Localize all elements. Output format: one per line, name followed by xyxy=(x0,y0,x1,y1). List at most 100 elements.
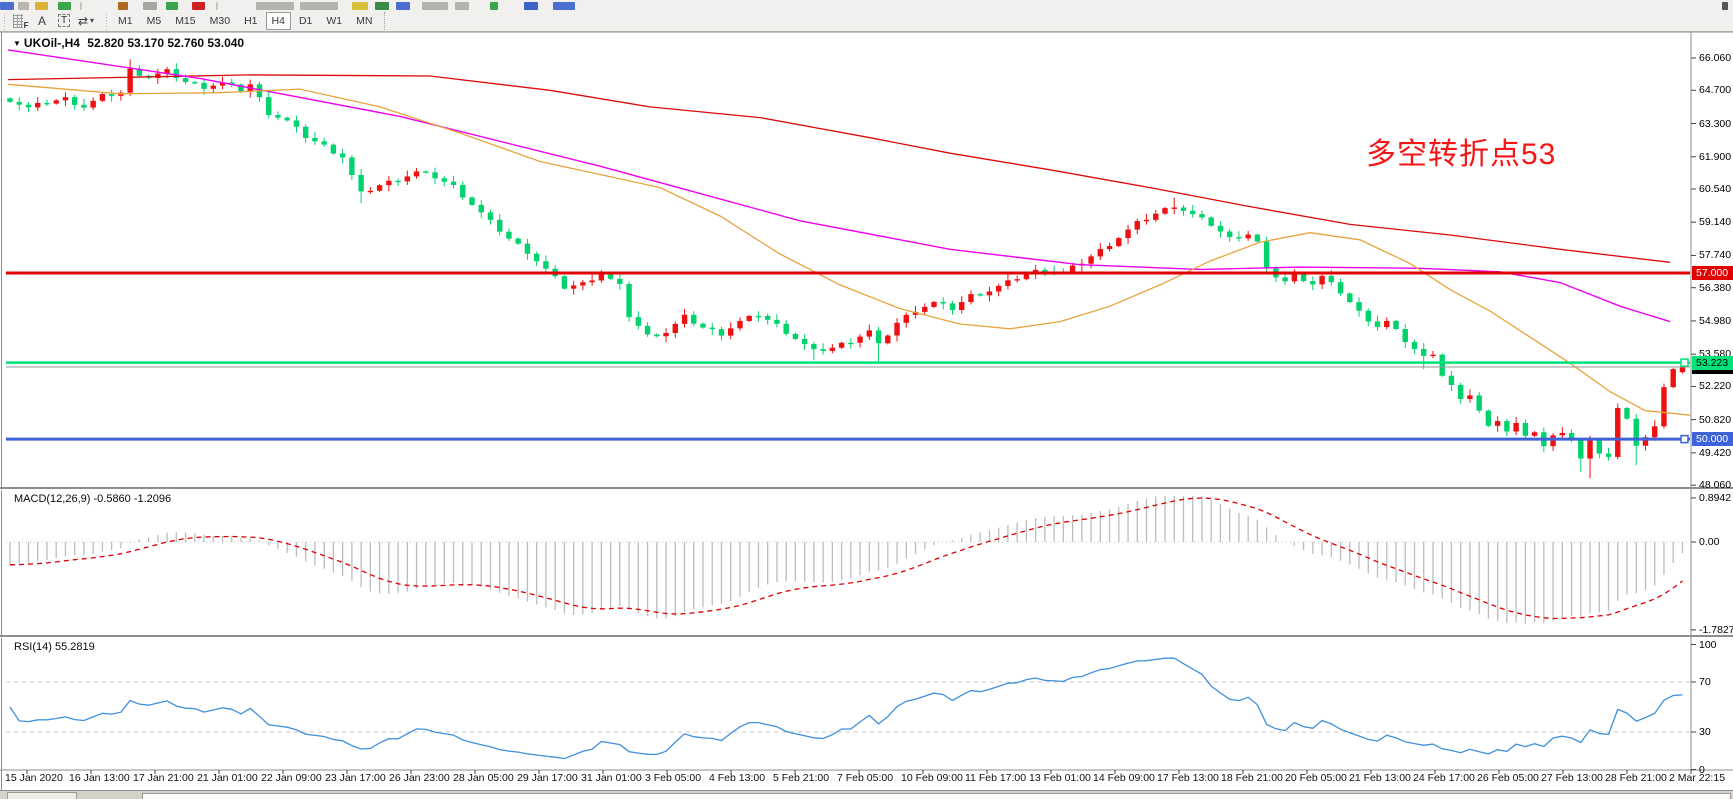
candle xyxy=(1153,214,1158,220)
candle xyxy=(728,328,733,335)
price-tick-label: 60.540 xyxy=(1699,183,1731,195)
date-label: 28 Jan 05:00 xyxy=(453,772,514,784)
candle xyxy=(1403,329,1408,342)
text-annotation[interactable]: 多空转折点53 xyxy=(1366,129,1556,173)
candle xyxy=(922,307,927,312)
candle xyxy=(35,103,40,107)
candle xyxy=(1310,281,1315,284)
symbol-dropdown-icon[interactable]: ▼ xyxy=(13,39,21,48)
candle xyxy=(1486,411,1491,426)
candle xyxy=(81,105,86,108)
candle xyxy=(516,239,521,244)
candle xyxy=(349,157,354,175)
candle xyxy=(626,284,631,317)
date-label: 22 Jan 09:00 xyxy=(261,772,322,784)
candle xyxy=(1587,441,1592,459)
candle xyxy=(275,115,280,118)
date-label: 31 Jan 01:00 xyxy=(581,772,642,784)
macd-tick-label: 0.00 xyxy=(1699,536,1719,548)
candle xyxy=(747,316,752,321)
candle xyxy=(562,276,567,288)
candle xyxy=(303,127,308,138)
candle xyxy=(978,294,983,295)
price-tick-label: 48.060 xyxy=(1699,479,1731,491)
macd-indicator-label: MACD(12,26,9) -0.5860 -1.2096 xyxy=(14,493,171,505)
candle xyxy=(395,181,400,182)
candle xyxy=(996,286,1001,292)
candle xyxy=(285,118,290,121)
rsi-tick-label: 100 xyxy=(1699,639,1717,651)
candle xyxy=(414,171,419,176)
price-tick-label: 49.420 xyxy=(1699,447,1731,459)
candle xyxy=(1264,241,1269,268)
candle xyxy=(959,302,964,310)
candle xyxy=(1042,270,1047,272)
candle xyxy=(1181,208,1186,211)
hline-handle[interactable] xyxy=(1681,436,1688,443)
price-tick-label: 50.820 xyxy=(1699,414,1731,426)
candle xyxy=(885,336,890,344)
candle xyxy=(1329,276,1334,282)
price-tick-label: 59.140 xyxy=(1699,216,1731,228)
price-tick-label: 64.700 xyxy=(1699,84,1731,96)
date-label: 15 Jan 2020 xyxy=(5,772,63,784)
rsi-indicator-label: RSI(14) 55.2819 xyxy=(14,641,95,653)
date-label: 3 Feb 05:00 xyxy=(645,772,701,784)
candle xyxy=(1236,237,1241,238)
candle xyxy=(1227,231,1232,237)
candle xyxy=(1495,421,1500,426)
candle xyxy=(580,282,585,285)
candle xyxy=(857,337,862,343)
candle xyxy=(1088,256,1093,263)
macd-signal-line xyxy=(10,498,1682,619)
hline-handle[interactable] xyxy=(1681,359,1688,366)
date-label: 29 Jan 17:00 xyxy=(517,772,578,784)
candle xyxy=(331,145,336,154)
candle xyxy=(848,343,853,344)
candle xyxy=(17,102,22,105)
chart-tab-panel[interactable] xyxy=(142,793,1731,799)
candle xyxy=(968,294,973,302)
candle xyxy=(1606,454,1611,457)
candle xyxy=(1070,266,1075,273)
candle xyxy=(1513,423,1518,432)
chart-tab[interactable] xyxy=(7,792,77,799)
candle xyxy=(820,349,825,351)
candle xyxy=(1467,395,1472,399)
chart-canvas[interactable] xyxy=(0,0,1733,799)
candle xyxy=(867,330,872,336)
candle xyxy=(654,334,659,336)
candle xyxy=(1532,432,1537,436)
candle xyxy=(109,94,114,96)
date-label: 7 Feb 05:00 xyxy=(837,772,893,784)
candle xyxy=(451,182,456,185)
date-label: 24 Feb 17:00 xyxy=(1413,772,1475,784)
candle xyxy=(876,330,881,343)
candle xyxy=(460,185,465,197)
candle xyxy=(1014,279,1019,280)
candle xyxy=(894,323,899,336)
symbol-timeframe: UKOil-,H4 xyxy=(24,36,80,50)
candle xyxy=(7,98,12,102)
date-label: 20 Feb 05:00 xyxy=(1285,772,1347,784)
candle xyxy=(183,78,188,82)
date-label: 11 Feb 17:00 xyxy=(965,772,1026,784)
price-label-53.223: 53.223 xyxy=(1692,356,1733,370)
price-tick-label: 66.060 xyxy=(1699,52,1731,64)
candle xyxy=(1661,387,1666,426)
candle xyxy=(368,191,373,192)
candle xyxy=(1338,282,1343,293)
candle xyxy=(1578,440,1583,459)
date-label: 2 Mar 22:15 xyxy=(1669,772,1725,784)
candle xyxy=(941,302,946,304)
candle xyxy=(1624,408,1629,419)
candle xyxy=(1449,376,1454,385)
rsi-panel xyxy=(6,658,1690,759)
date-label: 17 Jan 21:00 xyxy=(133,772,194,784)
candle xyxy=(1634,419,1639,446)
candle xyxy=(488,212,493,219)
candle xyxy=(312,138,317,141)
candle xyxy=(1560,433,1565,435)
candle xyxy=(1162,208,1167,214)
candle xyxy=(765,316,770,320)
